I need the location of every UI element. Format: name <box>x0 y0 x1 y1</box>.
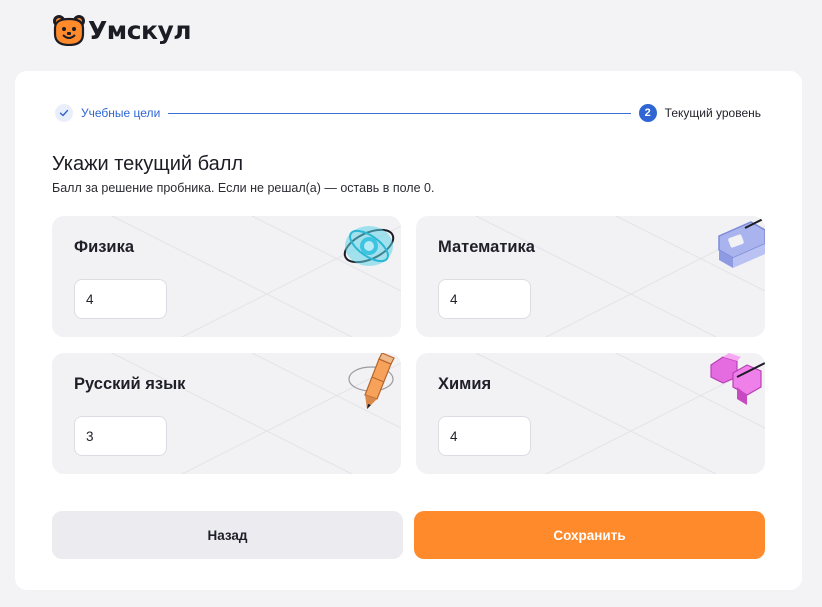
page-subtitle: Балл за решение пробника. Если не решал(… <box>52 181 435 195</box>
step-goals[interactable]: Учебные цели <box>55 104 160 122</box>
stepper: Учебные цели 2 Текущий уровень <box>55 103 761 123</box>
step-goals-label: Учебные цели <box>81 106 161 120</box>
step-number: 2 <box>638 104 657 122</box>
bear-logo-icon <box>53 15 85 46</box>
save-button[interactable]: Сохранить <box>414 511 765 559</box>
score-input-chemistry[interactable] <box>438 416 531 456</box>
subject-name: Химия <box>438 375 492 393</box>
subject-card-russian: Русский язык <box>52 353 401 474</box>
back-button[interactable]: Назад <box>52 511 403 559</box>
score-input-physics[interactable] <box>74 279 167 319</box>
compass-icon <box>718 217 765 268</box>
score-input-russian[interactable] <box>74 416 167 456</box>
stepper-line <box>168 112 631 114</box>
score-card: Учебные цели 2 Текущий уровень Укажи тек… <box>15 71 802 590</box>
page-title: Укажи текущий балл <box>52 153 244 175</box>
subject-card-chemistry: Химия <box>416 353 765 474</box>
logo[interactable]: Умскул <box>52 14 192 46</box>
molecule-icon <box>710 353 765 405</box>
pencil-icon <box>348 353 395 409</box>
subject-card-math: Математика <box>416 216 765 337</box>
step-current-level-label: Текущий уровень <box>664 106 761 120</box>
score-input-math[interactable] <box>438 279 531 319</box>
subject-name: Математика <box>438 238 535 256</box>
check-icon <box>59 109 69 117</box>
step-current-level: 2 Текущий уровень <box>638 104 761 122</box>
atom-icon <box>343 226 395 266</box>
brand-name: Умскул <box>88 15 192 45</box>
subject-name: Физика <box>74 238 135 256</box>
subject-card-physics: Физика <box>52 216 401 337</box>
subject-name: Русский язык <box>74 375 186 393</box>
step-done-indicator <box>55 104 73 122</box>
